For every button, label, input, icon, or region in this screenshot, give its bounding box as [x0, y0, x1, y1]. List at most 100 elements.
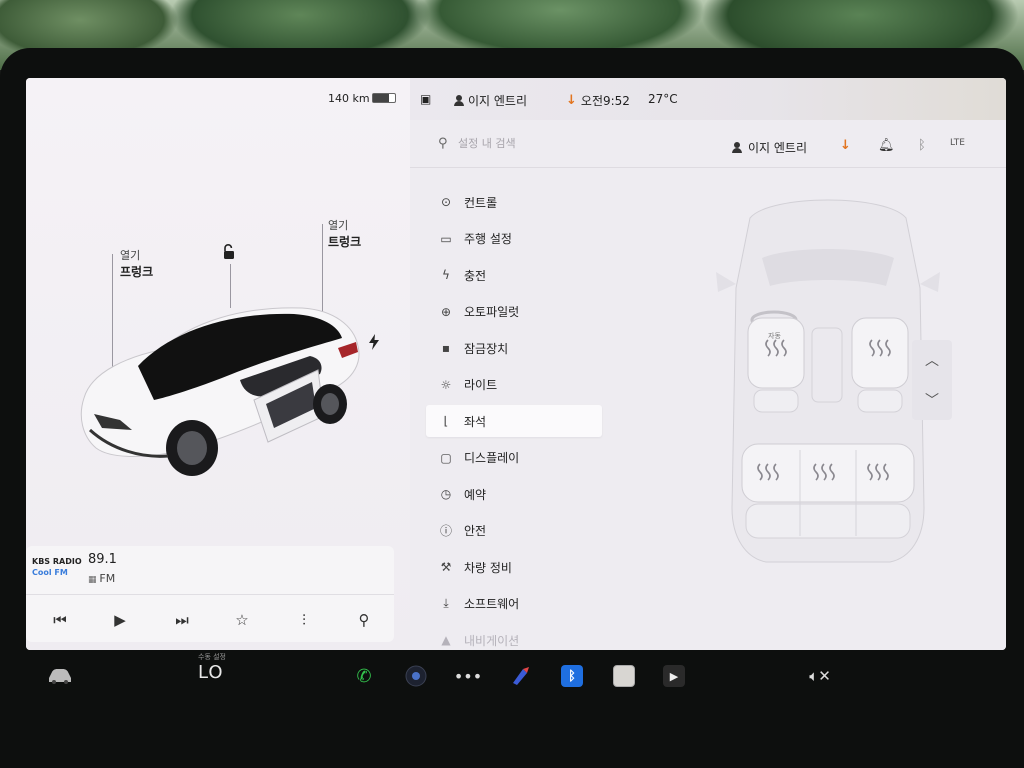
play-button[interactable]: ▶	[104, 606, 136, 634]
video-icon: ▶	[663, 665, 685, 687]
profile-button-label: 이지 엔트리	[748, 141, 808, 155]
passenger-seat-heater-button[interactable]	[852, 318, 908, 388]
settings-menu-label: 디스플레이	[464, 451, 520, 465]
car-icon	[49, 669, 71, 684]
car-button[interactable]	[44, 662, 76, 690]
lock-open-icon[interactable]	[222, 244, 236, 260]
profile-button[interactable]: 이지 엔트리	[732, 139, 807, 156]
status-profile-name: 이지 엔트리	[468, 94, 528, 108]
settings-menu-label: 컨트롤	[464, 195, 498, 210]
previous-track-icon: ⏮	[53, 611, 67, 629]
settings-menu-label: 라이트	[464, 378, 498, 392]
settings-menu-item[interactable]: ☼ 라이트	[426, 369, 602, 401]
clock-time: 오전9:52	[580, 94, 630, 108]
settings-menu-item[interactable]: ⓘ 안전	[426, 515, 602, 547]
volume-button[interactable]: 🔈︎✕	[804, 662, 836, 690]
lte-label: LTE	[950, 138, 965, 148]
phone-icon: ✆	[356, 665, 372, 687]
more-apps-button[interactable]: •••	[454, 662, 482, 690]
phone-button[interactable]: ✆	[350, 662, 378, 690]
camera-icon	[405, 665, 427, 687]
lock-status-icon[interactable]: ▣	[420, 92, 431, 106]
chevron-down-icon: ﹀	[925, 393, 939, 409]
settings-search-input[interactable]	[458, 132, 678, 154]
status-profile[interactable]: 이지 엔트리	[454, 92, 527, 109]
navigation-icon: ▲	[441, 633, 451, 647]
settings-menu-item[interactable]: ⚒ 차량 정비	[426, 551, 602, 583]
lte-signal-icon: LTE	[950, 138, 965, 148]
download-icon: ⤓	[443, 596, 449, 610]
video-button[interactable]: ▶	[660, 662, 688, 690]
notepad-icon	[613, 665, 635, 687]
alarm-clock-icon: ◷	[440, 487, 452, 501]
status-bar: ▣ 이지 엔트리 ↓ 오전9:52 27°C	[410, 78, 1006, 120]
lightning-icon: ϟ	[442, 268, 450, 282]
bluetooth-button[interactable]: ᛒ	[558, 662, 586, 690]
frunk-button[interactable]: 열기 프렁크	[120, 248, 153, 280]
settings-panel: ▣ 이지 엔트리 ↓ 오전9:52 27°C ⚲ 이지 엔트리 ↓ 🔔︎ ᛒ L…	[410, 78, 1006, 650]
more-icon: •••	[453, 666, 483, 686]
media-search-button[interactable]: ⚲	[348, 606, 380, 634]
trunk-button[interactable]: 열기 트렁크	[328, 218, 361, 250]
next-track-button[interactable]: ⏭	[166, 606, 198, 634]
play-icon: ▶	[114, 611, 126, 629]
wrench-icon: ⚒	[440, 560, 452, 574]
download-icon[interactable]: ↓	[840, 138, 851, 153]
settings-menu-item[interactable]: ▪ 잠금장치	[426, 332, 602, 364]
trunk-name-label: 트렁크	[328, 235, 362, 249]
settings-menu-label: 예약	[464, 487, 487, 502]
camera-button[interactable]	[402, 662, 430, 690]
settings-menu-label: 충전	[464, 268, 487, 283]
bluetooth-icon[interactable]: ᛒ	[918, 138, 926, 153]
rear-center-seat-heater-button[interactable]	[800, 444, 856, 502]
status-clock: ↓ 오전9:52	[566, 92, 630, 109]
seat-heater-view: 자동	[716, 199, 940, 563]
chevron-up-icon: ︿	[925, 353, 939, 369]
bluetooth-icon: ᛒ	[561, 665, 583, 687]
rear-right-seat-heater-button[interactable]	[856, 444, 914, 502]
bell-icon[interactable]: 🔔︎	[878, 138, 895, 153]
settings-menu-item[interactable]: ▭ 주행 설정	[426, 223, 602, 255]
seat-icon: ⌊	[443, 414, 449, 428]
outside-temperature: 27°C	[648, 92, 678, 106]
favorite-button[interactable]: ☆	[226, 606, 258, 634]
settings-menu-label: 잠금장치	[464, 341, 509, 356]
range-readout: 140 km	[328, 92, 370, 105]
settings-menu-item[interactable]: ⊕ 오토파일럿	[426, 296, 602, 328]
settings-menu-item[interactable]: ▲ 내비게이션	[426, 624, 602, 650]
previous-track-button[interactable]: ⏮	[44, 606, 76, 634]
station-band: FM	[88, 572, 115, 585]
settings-menu-item[interactable]: ▢ 디스플레이	[426, 442, 602, 474]
toybox-button[interactable]	[506, 662, 534, 690]
settings-menu: ⊙ 컨트롤 ▭ 주행 설정 ϟ 충전 ⊕ 오토파일럿 ▪ 잠금장치 ☼ 라이트 ⌊ 좌석 ▢ 디스플레이 ◷ 예약…	[426, 186, 602, 650]
settings-menu-item[interactable]: ϟ 충전	[426, 259, 602, 291]
settings-menu-item[interactable]: ⌊ 좌석	[426, 405, 602, 437]
equalizer-icon: ⫶	[302, 611, 306, 629]
battery-icon	[372, 93, 396, 103]
download-icon: ↓	[566, 93, 577, 108]
settings-menu-label: 주행 설정	[464, 232, 512, 246]
settings-menu-label: 오토파일럿	[464, 305, 520, 319]
settings-menu-label: 안전	[464, 524, 487, 538]
climate-temperature-button[interactable]: LO	[198, 662, 224, 683]
rear-left-seat-heater-button[interactable]	[742, 444, 800, 502]
bottom-dock: ✆ ••• ᛒ ▶ 🔈︎✕	[0, 652, 1024, 702]
driver-seat-heater-button[interactable]	[748, 318, 804, 388]
station-logo-line2: Cool FM	[32, 568, 68, 577]
scroll-down-button[interactable]: ﹀	[912, 380, 952, 420]
scroll-up-button[interactable]: ︿	[912, 340, 952, 380]
settings-menu-label: 좌석	[464, 414, 487, 429]
settings-menu-item[interactable]: ⤓ 소프트웨어	[426, 588, 602, 620]
notepad-button[interactable]	[610, 662, 638, 690]
car-icon: ▭	[440, 231, 452, 246]
settings-menu-label: 차량 정비	[464, 560, 512, 575]
search-icon: ⚲	[358, 611, 370, 629]
settings-menu-label: 소프트웨어	[464, 597, 520, 611]
toybox-icon	[513, 667, 529, 685]
station-logo: KBS RADIO Cool FM	[32, 556, 84, 578]
settings-menu-label: 내비게이션	[464, 633, 520, 648]
equalizer-button[interactable]: ⫶	[288, 606, 320, 634]
settings-menu-item[interactable]: ⊙ 컨트롤	[426, 186, 602, 218]
info-circle-icon: ⓘ	[439, 524, 452, 538]
settings-menu-item[interactable]: ◷ 예약	[426, 478, 602, 510]
